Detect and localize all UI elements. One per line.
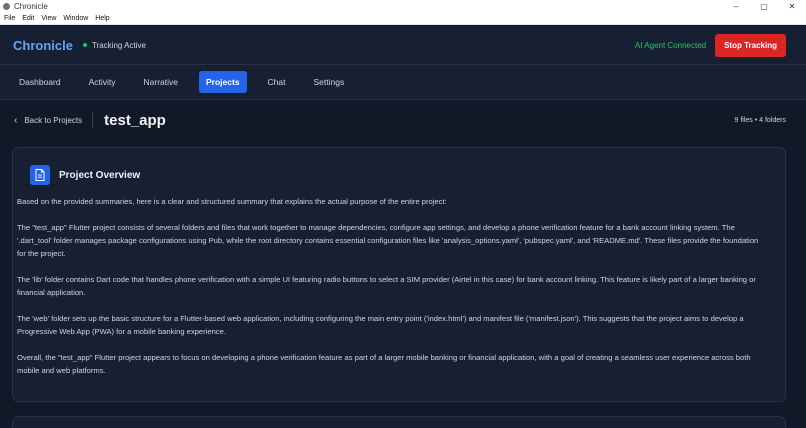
tab-activity[interactable]: Activity bbox=[82, 71, 123, 93]
project-counts: 9 files • 4 folders bbox=[734, 116, 786, 124]
main-tabs: Dashboard Activity Narrative Projects Ch… bbox=[0, 65, 806, 100]
overview-paragraph: Based on the provided summaries, here is… bbox=[17, 197, 447, 206]
menu-view[interactable]: View bbox=[41, 15, 56, 22]
project-header: ‹ Back to Projects test_app 9 files • 4 … bbox=[0, 101, 806, 139]
menu-help[interactable]: Help bbox=[95, 15, 109, 22]
back-to-projects-link[interactable]: ‹ Back to Projects bbox=[14, 115, 82, 126]
close-button[interactable]: ✕ bbox=[778, 0, 806, 13]
project-overview-card: Project Overview Based on the provided s… bbox=[12, 147, 786, 402]
overview-paragraph: Overall, the "test_app" Flutter project … bbox=[17, 353, 751, 375]
overview-paragraph: The 'lib' folder contains Dart code that… bbox=[17, 275, 756, 297]
overview-paragraph: The "test_app" Flutter project consists … bbox=[17, 223, 759, 258]
overview-header: Project Overview bbox=[30, 165, 768, 185]
minimize-button[interactable]: – bbox=[722, 0, 750, 13]
tab-chat[interactable]: Chat bbox=[261, 71, 293, 93]
chevron-left-icon: ‹ bbox=[14, 114, 18, 126]
menu-window[interactable]: Window bbox=[63, 15, 88, 22]
divider bbox=[92, 112, 94, 128]
project-title: test_app bbox=[104, 111, 166, 129]
app-icon bbox=[3, 3, 10, 10]
menu-edit[interactable]: Edit bbox=[22, 15, 34, 22]
window-titlebar: Chronicle – ▢ ✕ bbox=[0, 0, 806, 13]
menu-file[interactable]: File bbox=[4, 15, 15, 22]
maximize-button[interactable]: ▢ bbox=[750, 0, 778, 13]
overview-paragraph: The 'web' folder sets up the basic struc… bbox=[17, 314, 744, 336]
document-icon bbox=[30, 165, 50, 185]
stop-tracking-button[interactable]: Stop Tracking bbox=[715, 33, 786, 57]
tab-dashboard[interactable]: Dashboard bbox=[12, 71, 68, 93]
app-header: Chronicle Tracking Active AI Agent Conne… bbox=[0, 26, 806, 65]
back-label: Back to Projects bbox=[24, 115, 83, 125]
brand-logo: Chronicle bbox=[13, 37, 73, 53]
tab-settings[interactable]: Settings bbox=[307, 71, 352, 93]
menu-bar: File Edit View Window Help bbox=[0, 13, 806, 25]
tab-projects[interactable]: Projects bbox=[199, 71, 247, 93]
tracking-status-label: Tracking Active bbox=[91, 40, 146, 50]
window-title: Chronicle bbox=[14, 2, 48, 11]
tab-narrative[interactable]: Narrative bbox=[137, 71, 185, 93]
next-card bbox=[12, 416, 786, 428]
status-dot-icon bbox=[82, 43, 87, 47]
tracking-status: Tracking Active bbox=[82, 40, 146, 50]
overview-title: Project Overview bbox=[59, 169, 141, 181]
agent-status: AI Agent Connected bbox=[634, 40, 707, 50]
